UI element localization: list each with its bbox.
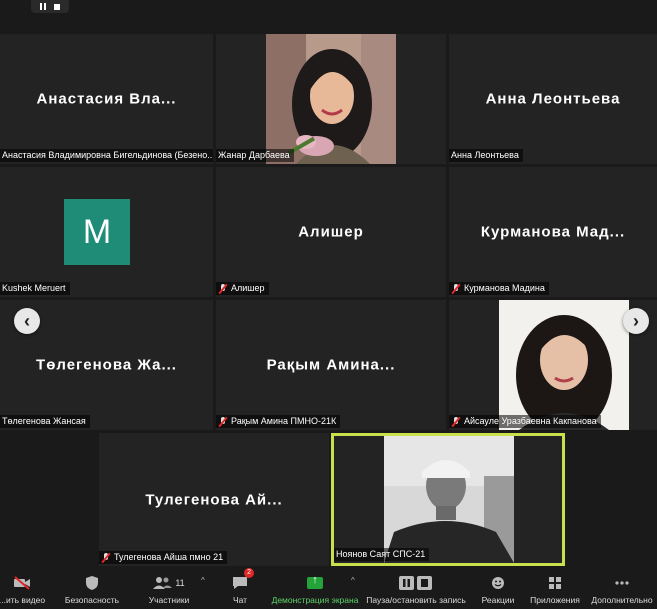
participants-icon: 11 <box>153 572 185 594</box>
video-button[interactable]: ...ить видео <box>0 566 46 609</box>
participant-tile[interactable]: Анастасия Вла... Анастасия Владимировна … <box>0 34 213 164</box>
active-speaker-tile[interactable]: Ноянов Саят СПС-21 <box>331 433 565 566</box>
chat-icon: 2 <box>232 568 254 594</box>
participant-photo <box>499 300 629 430</box>
previous-page-button[interactable]: ‹ <box>14 308 40 334</box>
participant-label: Жанар Дарбаева <box>216 149 294 162</box>
participant-label-text: Төлегенова Жансая <box>2 416 86 426</box>
security-button-label: Безопасность <box>64 595 120 605</box>
participant-video <box>384 436 514 563</box>
participant-name-display: Төлегенова Жа... <box>36 356 177 374</box>
participant-label-text: Алишер <box>231 283 265 293</box>
participant-label-text: Курманова Мадина <box>464 283 545 293</box>
video-button-label: ...ить видео <box>0 595 46 605</box>
participant-name-display: Рақым Амина... <box>266 356 396 374</box>
participant-label: Айсауле Уразбаевна Какпанова <box>449 415 601 428</box>
participant-label-text: Рақым Амина ПМНО-21К <box>231 416 337 426</box>
participant-tile[interactable]: Алишер Алишер <box>216 167 446 297</box>
participant-label-text: Жанар Дарбаева <box>218 150 290 160</box>
reactions-button[interactable]: Реакции <box>479 566 517 609</box>
pause-stop-recording-icon <box>399 572 433 594</box>
participant-label: Курманова Мадина <box>449 282 549 295</box>
mic-muted-icon <box>101 552 111 563</box>
participants-button-label: Участники <box>148 595 190 605</box>
participant-label: Ноянов Саят СПС-21 <box>334 548 430 561</box>
participant-label: Анна Леонтьева <box>449 149 523 162</box>
recording-button-label: Пауза/остановить запись <box>366 595 466 605</box>
participant-label: Kushek Meruert <box>0 282 70 295</box>
participants-button[interactable]: 11 Участники <box>142 566 196 609</box>
apps-icon <box>548 572 562 594</box>
security-button[interactable]: Безопасность <box>62 566 122 609</box>
next-page-button[interactable]: › <box>623 308 649 334</box>
emoji-icon <box>491 572 505 594</box>
participant-name-display: Анна Леонтьева <box>485 90 621 108</box>
chat-badge: 2 <box>244 568 254 578</box>
mic-muted-icon <box>218 283 228 294</box>
more-icon <box>614 572 630 594</box>
participant-label-text: Тулегенова Айша пмно 21 <box>114 552 224 562</box>
apps-button[interactable]: Приложения <box>529 566 581 609</box>
participant-name-display: Алишер <box>298 223 364 241</box>
participant-label-text: Айсауле Уразбаевна Какпанова <box>464 416 597 426</box>
meeting-toolbar: ...ить видео Безопасность 11 Участники ^… <box>0 566 657 609</box>
participant-tile[interactable]: M Kushek Meruert <box>0 167 213 297</box>
avatar: M <box>64 199 130 265</box>
participant-tile[interactable]: Рақым Амина... Рақым Амина ПМНО-21К <box>216 300 446 430</box>
more-button-label: Дополнительно <box>591 595 653 605</box>
participants-count: 11 <box>175 578 185 588</box>
shield-icon <box>85 572 99 594</box>
mic-muted-icon <box>451 283 461 294</box>
chat-button-label: Чат <box>232 595 248 605</box>
participant-name-display: Курманова Мад... <box>480 223 626 241</box>
chat-button[interactable]: 2 Чат <box>226 566 254 609</box>
participant-label-text: Ноянов Саят СПС-21 <box>336 549 426 559</box>
participant-label-text: Kushek Meruert <box>2 283 66 293</box>
share-screen-label: Демонстрация экрана <box>271 595 359 605</box>
participants-caret-icon[interactable]: ^ <box>201 576 205 585</box>
participant-label-text: Анна Леонтьева <box>451 150 519 160</box>
share-screen-icon <box>307 572 323 594</box>
participant-name-display: Анастасия Вла... <box>36 90 177 108</box>
participant-tile[interactable]: Жанар Дарбаева <box>216 34 446 164</box>
pause-icon[interactable] <box>40 3 46 10</box>
share-screen-button[interactable]: Демонстрация экрана <box>270 566 360 609</box>
participant-label: Тулегенова Айша пмно 21 <box>99 551 228 564</box>
stop-icon[interactable] <box>54 3 60 10</box>
participant-label: Төлегенова Жансая <box>0 415 90 428</box>
participant-name-display: Тулегенова Ай... <box>145 491 283 508</box>
participant-tile[interactable]: Тулегенова Ай... Тулегенова Айша пмно 21 <box>99 433 329 566</box>
video-off-icon <box>13 572 31 594</box>
mic-muted-icon <box>218 416 228 427</box>
apps-button-label: Приложения <box>530 595 580 605</box>
mic-muted-icon <box>451 416 461 427</box>
participant-tile[interactable]: Курманова Мад... Курманова Мадина <box>449 167 657 297</box>
participant-label-text: Анастасия Владимировна Бигельдинова (Без… <box>2 150 213 160</box>
top-bar <box>0 0 657 16</box>
share-caret-icon[interactable]: ^ <box>351 576 355 585</box>
reactions-button-label: Реакции <box>481 595 515 605</box>
recording-controls <box>31 0 69 13</box>
more-button[interactable]: Дополнительно <box>590 566 654 609</box>
participant-label: Рақым Амина ПМНО-21К <box>216 415 341 428</box>
recording-button[interactable]: Пауза/остановить запись <box>366 566 466 609</box>
participant-photo <box>266 34 396 164</box>
participant-label: Алишер <box>216 282 269 295</box>
participant-label: Анастасия Владимировна Бигельдинова (Без… <box>0 149 213 162</box>
participant-tile[interactable]: Анна Леонтьева Анна Леонтьева <box>449 34 657 164</box>
